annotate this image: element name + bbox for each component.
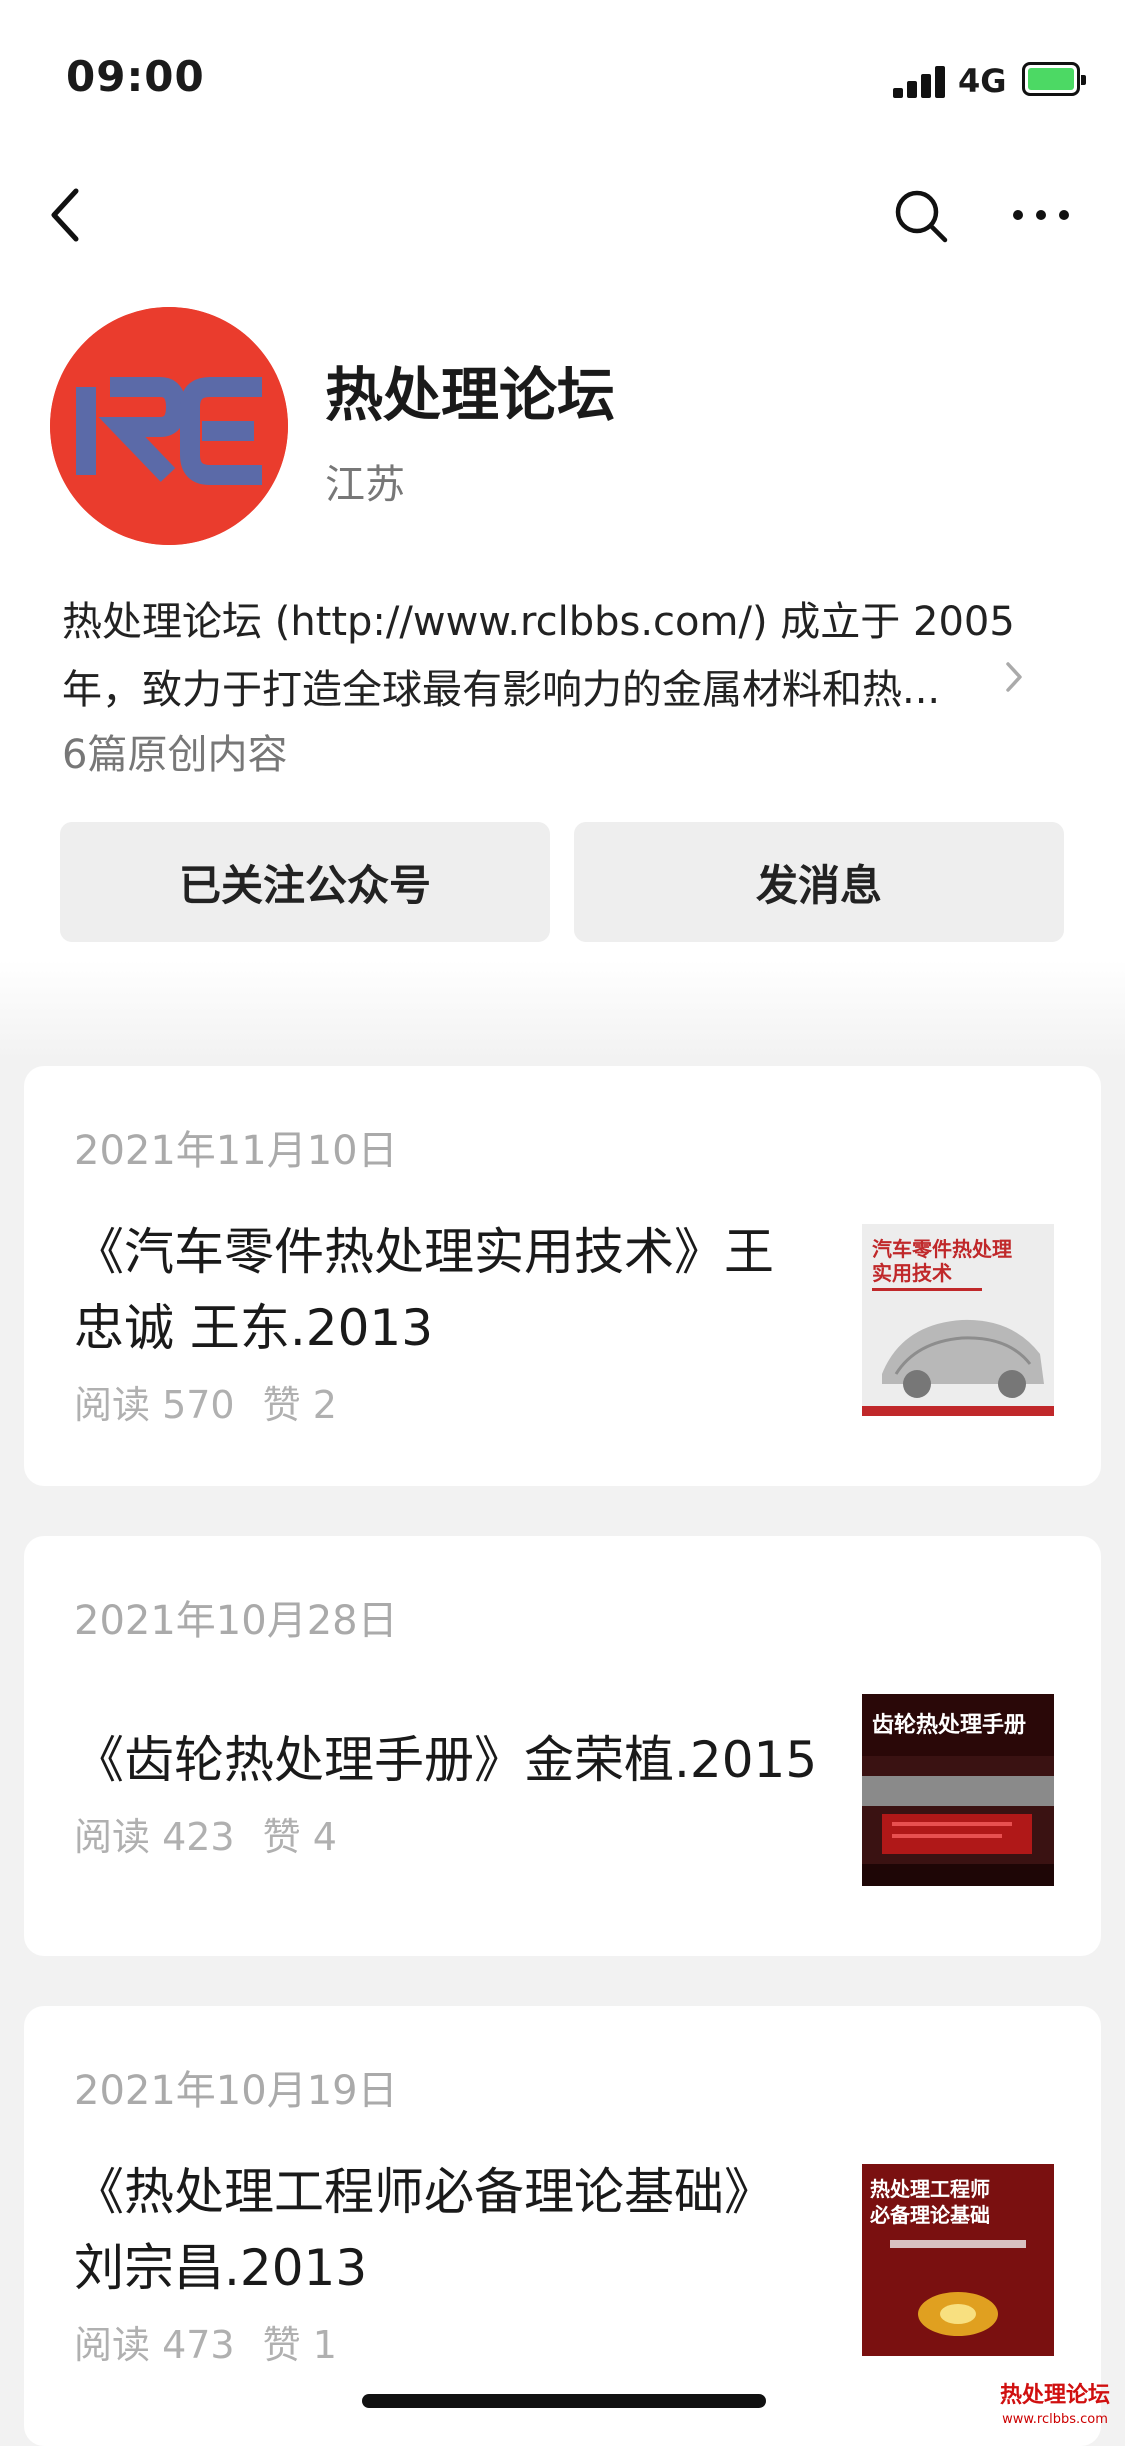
home-indicator[interactable] [362, 2394, 766, 2408]
article-meta: 阅读 473 赞 1 [74, 2314, 365, 2369]
article-title: 《齿轮热处理手册》金荣植.2015 [74, 1722, 874, 1798]
article-title-line: 《热处理工程师必备理论基础》 [74, 2163, 774, 2221]
article-title: 《热处理工程师必备理论基础》 刘宗昌.2013 [74, 2154, 854, 2306]
watermark-url: www.rclbbs.com [1002, 2412, 1108, 2427]
article-card[interactable]: 2021年10月28日 《齿轮热处理手册》金荣植.2015 阅读 423 赞 4 … [24, 1536, 1101, 1956]
article-title-line: 《汽车零件热处理实用技术》王 [74, 1223, 774, 1281]
cover-title: 齿轮热处理手册 [872, 1712, 1026, 1738]
like-count: 赞 2 [262, 1383, 337, 1427]
cover-subtitle: 必备理论基础 [869, 2203, 990, 2227]
search-icon [895, 190, 948, 243]
back-icon [51, 188, 79, 242]
description-line-1: 热处理论坛 (http://www.rclbbs.com/) 成立于 2005 [62, 599, 1015, 645]
watermark-title: 热处理论坛 [999, 2383, 1110, 2408]
article-title-line: 刘宗昌.2013 [74, 2239, 368, 2297]
back-button[interactable] [46, 185, 86, 249]
read-count: 阅读 473 [74, 2323, 235, 2367]
like-count: 赞 4 [262, 1815, 337, 1859]
network-type: 4G [958, 62, 1007, 100]
article-card[interactable]: 2021年10月19日 《热处理工程师必备理论基础》 刘宗昌.2013 阅读 4… [24, 2006, 1101, 2446]
battery-icon [1022, 62, 1086, 96]
article-card[interactable]: 2021年11月10日 《汽车零件热处理实用技术》王 忠诚 王东.2013 阅读… [24, 1066, 1101, 1486]
account-name: 热处理论坛 [325, 361, 616, 429]
cover-subtitle: 实用技术 [872, 1261, 952, 1285]
follow-button[interactable]: 已关注公众号 [60, 822, 550, 942]
article-meta: 阅读 570 赞 2 [74, 1374, 365, 1429]
account-region: 江苏 [325, 462, 405, 508]
article-date: 2021年11月10日 [74, 1128, 398, 1174]
account-logo [50, 307, 288, 545]
article-title-line: 《齿轮热处理手册》金荣植.2015 [74, 1731, 818, 1789]
read-count: 阅读 570 [74, 1383, 235, 1427]
description-line-2: 年，致力于打造全球最有影响力的金属材料和热... [62, 667, 941, 713]
read-count: 阅读 423 [74, 1815, 235, 1859]
article-cover: 汽车零件热处理 实用技术 [862, 1224, 1054, 1416]
article-date: 2021年10月28日 [74, 1598, 398, 1644]
article-meta: 阅读 423 赞 4 [74, 1806, 365, 1861]
more-button[interactable] [1012, 205, 1070, 229]
article-cover: 热处理工程师 必备理论基础 [862, 2164, 1054, 2356]
cover-title: 热处理工程师 [870, 2177, 990, 2201]
article-title-line: 忠诚 王东.2013 [74, 1299, 434, 1357]
cover-title: 汽车零件热处理 [872, 1237, 1012, 1261]
article-date: 2021年10月19日 [74, 2068, 398, 2114]
more-icon [1013, 210, 1069, 220]
chevron-right-icon[interactable] [1004, 660, 1024, 698]
original-count[interactable]: 6篇原创内容 [62, 722, 287, 780]
article-cover: 齿轮热处理手册 [862, 1694, 1054, 1886]
account-avatar[interactable] [50, 307, 288, 545]
status-time: 09:00 [66, 52, 205, 101]
watermark: 热处理论坛 www.rclbbs.com [990, 2384, 1120, 2432]
message-button[interactable]: 发消息 [574, 822, 1064, 942]
signal-icon [893, 66, 945, 98]
account-description[interactable]: 热处理论坛 (http://www.rclbbs.com/) 成立于 2005 … [62, 588, 1022, 724]
like-count: 赞 1 [262, 2323, 337, 2367]
article-title: 《汽车零件热处理实用技术》王 忠诚 王东.2013 [74, 1214, 854, 1366]
search-button[interactable] [893, 188, 949, 248]
